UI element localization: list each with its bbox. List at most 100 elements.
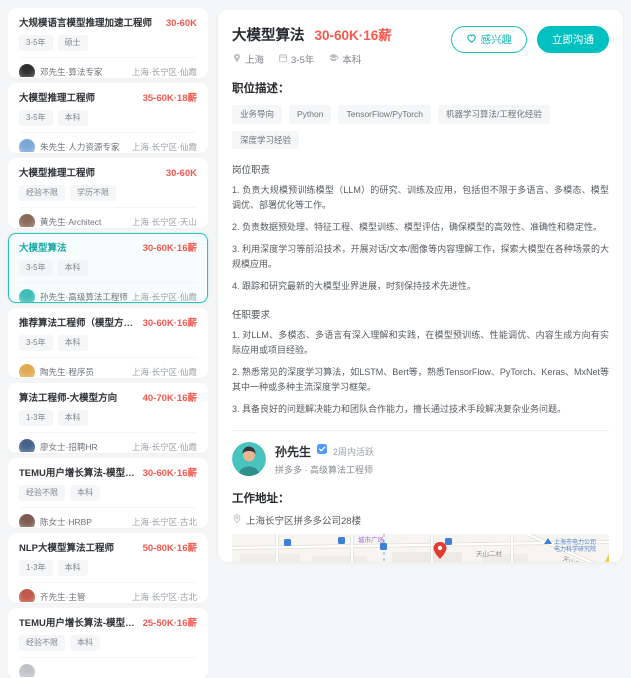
responsibility-item: 3. 利用深度学习等前沿技术，开展对话/文本/图像等内容理解工作，探索大模型在各… bbox=[232, 242, 609, 272]
job-card-selected[interactable]: 大模型算法30-60K·16薪 3-5年本科 孙先生·高级算法工程师上海·长宁区… bbox=[8, 233, 208, 303]
avatar bbox=[19, 439, 35, 453]
job-location: 上海·长宁区·仙霞 bbox=[132, 366, 197, 378]
recruiter-name: 黄先生·Architect bbox=[40, 216, 128, 228]
responsibilities-label: 岗位职责 bbox=[232, 162, 609, 176]
skill-tag: 深度学习经验 bbox=[232, 131, 299, 150]
experience-tag: 3-5年 bbox=[19, 260, 53, 276]
experience-tag: 1-3年 bbox=[19, 560, 53, 576]
meta-experience: 3-5年 bbox=[278, 52, 314, 66]
responsibility-item: 4. 跟踪和研究最新的大模型业界进展，时刻保持技术先进性。 bbox=[232, 279, 609, 294]
job-card[interactable]: 大模型推理工程师 30-60K 经验不限学历不限 黄先生·Architect 上海·… bbox=[8, 158, 208, 228]
experience-tag: 经验不限 bbox=[19, 485, 65, 501]
experience-tag: 3-5年 bbox=[19, 335, 53, 351]
job-card[interactable]: 大规模语言模型推理加速工程师30-60K 3-5年硕士 邓先生·算法专家上海·长… bbox=[8, 8, 208, 78]
job-title: 大模型算法 bbox=[19, 242, 139, 255]
job-card[interactable]: NLP大模型算法工程师 50-80K·16薪 1-3年本科 齐先生·主管上海·长宁… bbox=[8, 533, 208, 603]
job-title: NLP大模型算法工程师 bbox=[19, 542, 139, 555]
job-location: 上海·长宁区·仙霞 bbox=[132, 141, 197, 153]
job-location: 上海·长宁区·古北 bbox=[132, 516, 197, 528]
avatar bbox=[19, 589, 35, 603]
skill-tags: 业务导向 Python TensorFlow/PyTorch 机器学习算法/工程… bbox=[232, 105, 609, 149]
recruiter-name: 廖女士·招聘HR bbox=[40, 441, 128, 453]
responsibility-item: 1. 负责大规模预训练模型（LLM）的研究、训练及应用，包括但不限于多语言、多模… bbox=[232, 183, 609, 213]
avatar bbox=[19, 214, 35, 228]
detail-job-title: 大模型算法 bbox=[232, 24, 305, 45]
recruiter-detail-name: 孙先生 bbox=[275, 443, 311, 460]
job-title: 大模型推理工程师 bbox=[19, 92, 139, 105]
education-tag: 学历不限 bbox=[70, 185, 116, 201]
education-tag: 本科 bbox=[58, 335, 88, 351]
meta-city: 上海 bbox=[232, 52, 264, 66]
requirement-item: 2. 熟悉常见的深度学习算法，如LSTM、Bert等，熟悉TensorFlow、… bbox=[232, 365, 609, 395]
recruiter-name: 陈女士·HRBP bbox=[40, 516, 128, 528]
job-card[interactable]: 算法工程师-大模型方向40-70K·16薪 1-3年本科 廖女士·招聘HR上海·… bbox=[8, 383, 208, 453]
avatar bbox=[19, 64, 35, 78]
heart-icon bbox=[466, 33, 477, 47]
experience-tag: 3-5年 bbox=[19, 35, 53, 51]
job-salary: 30-60K·16薪 bbox=[143, 242, 197, 255]
svg-text:城市广场: 城市广场 bbox=[358, 535, 385, 544]
education-tag: 本科 bbox=[58, 110, 88, 126]
avatar bbox=[19, 664, 35, 678]
job-location: 上海·长宁区·古北 bbox=[132, 591, 197, 603]
map-graphic: 天山第二小学 大金更小区 SOHO天山广场 紫云小区 投资大楼 天山二村小区南区… bbox=[232, 534, 609, 562]
requirement-item: 3. 具备良好的问题解决能力和团队合作能力，擅长通过技术手段解决复杂业务问题。 bbox=[232, 402, 609, 417]
job-title: 推荐算法工程师（模型方向） bbox=[19, 317, 139, 330]
education-tag: 本科 bbox=[70, 485, 100, 501]
chat-now-button[interactable]: 立即沟通 bbox=[537, 26, 609, 53]
location-pin-icon bbox=[232, 53, 242, 66]
avatar bbox=[19, 139, 35, 153]
education-tag: 本科 bbox=[58, 260, 88, 276]
job-list: 大规模语言模型推理加速工程师30-60K 3-5年硕士 邓先生·算法专家上海·长… bbox=[8, 8, 208, 678]
meta-education: 本科 bbox=[328, 52, 361, 66]
location-map[interactable]: 天山第二小学 大金更小区 SOHO天山广场 紫云小区 投资大楼 天山二村小区南区… bbox=[232, 534, 609, 562]
job-salary: 30-60K·16薪 bbox=[143, 317, 197, 330]
recruiter-company-role: 拼多多 · 高级算法工程师 bbox=[275, 463, 374, 476]
job-card[interactable]: TEMU用户增长算法-模型方向25-50K·16薪 经验不限本科 bbox=[8, 608, 208, 678]
job-location: 上海·长宁区·仙霞 bbox=[132, 441, 197, 453]
job-card[interactable]: TEMU用户增长算法-模型方向30-60K·16薪 经验不限本科 陈女士·HRB… bbox=[8, 458, 208, 528]
divider bbox=[232, 430, 609, 431]
svg-text:上海市电力公司: 上海市电力公司 bbox=[554, 538, 596, 546]
recruiter-name: 齐先生·主管 bbox=[40, 591, 128, 603]
skill-tag: Python bbox=[289, 105, 331, 124]
responsibility-item: 2. 负责数据预处理、特征工程、模型训练、模型评估，确保模型的高效性、准确性和稳… bbox=[232, 220, 609, 235]
recruiter-name: 陶先生·程序员 bbox=[40, 366, 128, 378]
job-title: TEMU用户增长算法-模型方向 bbox=[19, 617, 139, 630]
job-title: 大规模语言模型推理加速工程师 bbox=[19, 17, 162, 30]
verified-badge-icon bbox=[316, 442, 328, 460]
job-salary: 35-60K·18薪 bbox=[143, 92, 197, 105]
education-tag: 本科 bbox=[58, 560, 88, 576]
avatar bbox=[19, 514, 35, 528]
job-location: 上海·长宁区·仙霞 bbox=[132, 66, 197, 78]
job-salary: 50-80K·16薪 bbox=[143, 542, 197, 555]
recruiter-name: 朱先生·人力资源专家 bbox=[40, 141, 128, 153]
job-salary: 40-70K·16薪 bbox=[143, 392, 197, 405]
job-detail-panel: 大模型算法 30-60K·16薪 感兴趣 立即沟通 上海 3-5年 本科 职位描… bbox=[218, 10, 623, 562]
job-salary: 30-60K·16薪 bbox=[143, 467, 197, 480]
job-location: 上海·长宁区·天山 bbox=[132, 216, 197, 228]
interested-label: 感兴趣 bbox=[481, 32, 513, 47]
recruiter-name: 邓先生·算法专家 bbox=[40, 66, 128, 78]
recruiter-active-status: 2周内活跃 bbox=[333, 445, 374, 458]
experience-tag: 经验不限 bbox=[19, 185, 65, 201]
requirement-item: 1. 对LLM、多模态、多语言有深入理解和实践，在模型预训练、性能调优、内容生成… bbox=[232, 328, 609, 358]
skill-tag: TensorFlow/PyTorch bbox=[338, 105, 431, 124]
description-section-label: 职位描述： bbox=[232, 80, 609, 96]
chat-now-label: 立即沟通 bbox=[552, 32, 594, 47]
recruiter-card[interactable]: 孙先生 2周内活跃 拼多多 · 高级算法工程师 bbox=[232, 442, 609, 476]
graduation-cap-icon bbox=[328, 52, 339, 66]
requirements-label: 任职要求 bbox=[232, 307, 609, 321]
job-card[interactable]: 推荐算法工程师（模型方向） 30-60K·16薪 3-5年本科 陶先生·程序员上海… bbox=[8, 308, 208, 378]
svg-text:电力科学研究院: 电力科学研究院 bbox=[554, 545, 596, 553]
experience-tag: 3-5年 bbox=[19, 110, 53, 126]
education-tag: 本科 bbox=[58, 410, 88, 426]
interested-button[interactable]: 感兴趣 bbox=[451, 26, 528, 53]
calendar-icon bbox=[278, 53, 288, 66]
job-card[interactable]: 大模型推理工程师 35-60K·18薪 3-5年本科 朱先生·人力资源专家上海·长… bbox=[8, 83, 208, 153]
job-salary: 25-50K·16薪 bbox=[143, 617, 197, 630]
avatar bbox=[19, 289, 35, 303]
job-title: 大模型推理工程师 bbox=[19, 167, 162, 180]
avatar bbox=[19, 364, 35, 378]
job-salary: 30-60K bbox=[166, 167, 197, 180]
